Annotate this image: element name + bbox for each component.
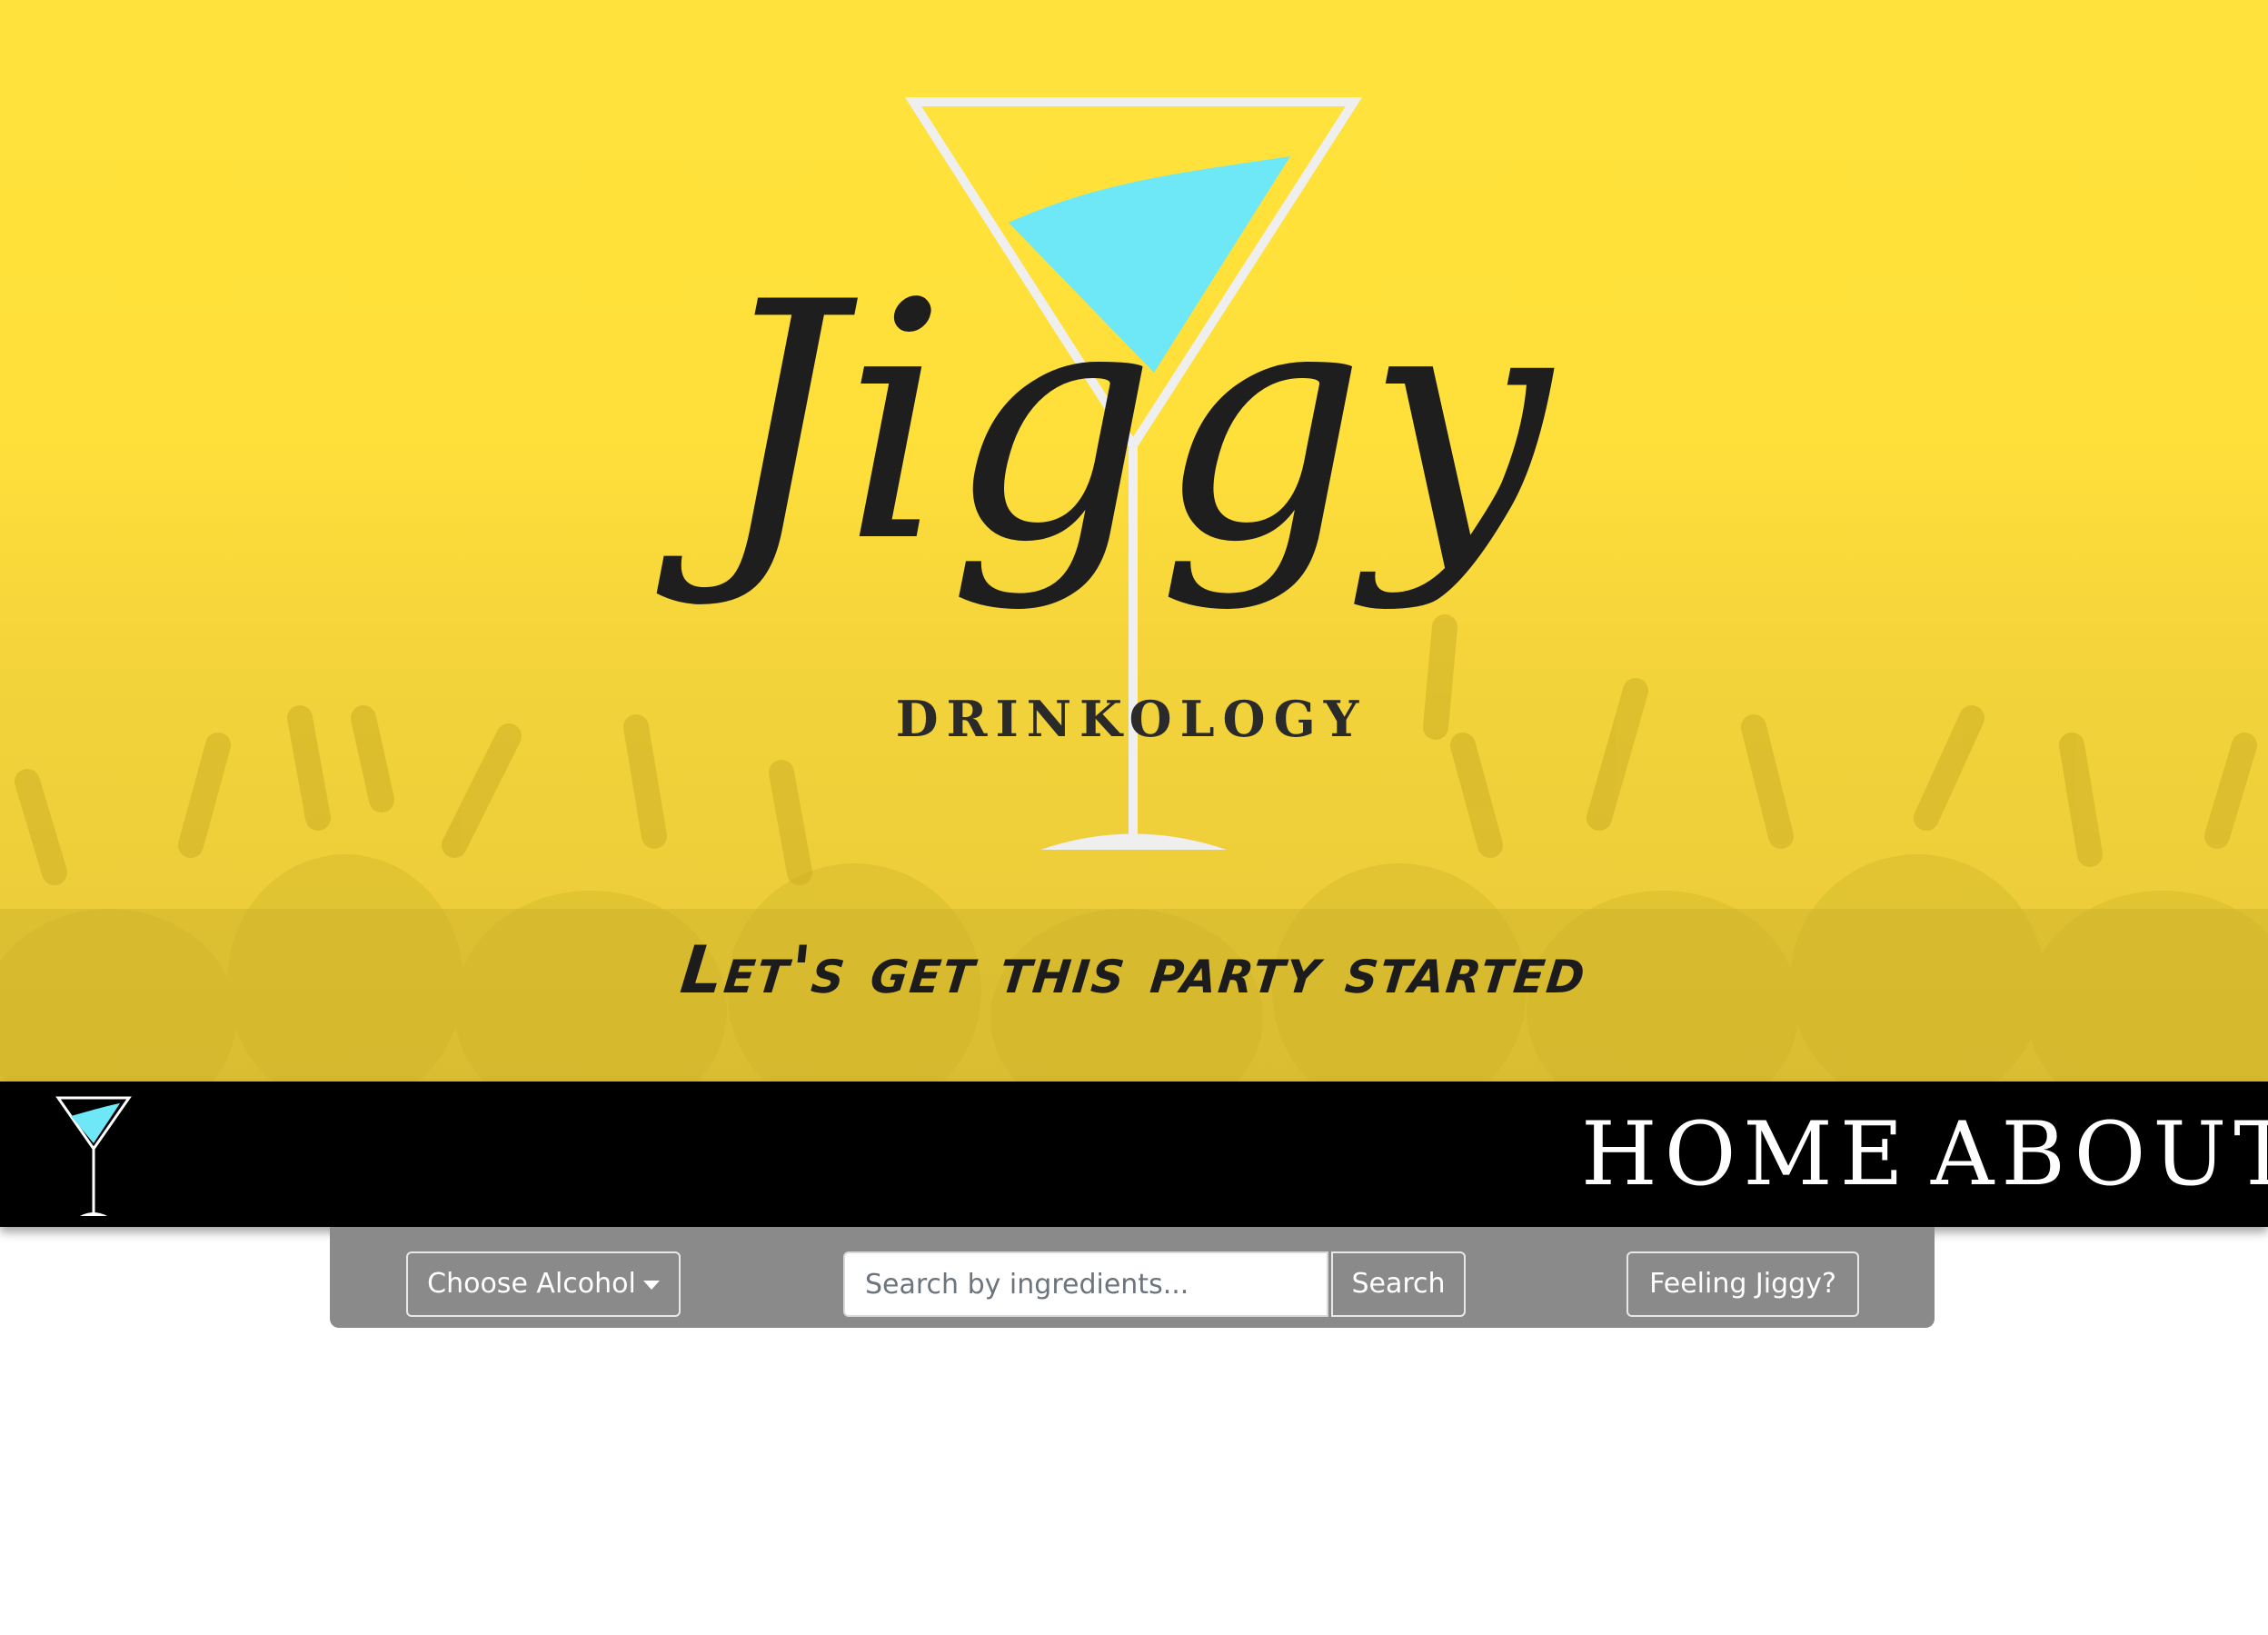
- jiggy-logo: Jiggy DRINKOLOGY: [655, 97, 1556, 850]
- ingredient-search-input[interactable]: [843, 1251, 1328, 1317]
- caret-down-icon: [642, 1280, 660, 1290]
- choose-alcohol-dropdown[interactable]: Choose Alcohol: [406, 1251, 681, 1317]
- hero-tagline: Let's get this party started: [677, 932, 1591, 1008]
- search-toolbar: Choose Alcohol Search Feeling Jiggy?: [330, 1227, 1935, 1328]
- hero-banner: Jiggy DRINKOLOGY Let's get this party st…: [0, 0, 2268, 1082]
- main-navbar: HOME ABOUT: [0, 1082, 2268, 1227]
- nav-link-about[interactable]: ABOUT: [1931, 1100, 2268, 1209]
- logo-wordmark: Jiggy: [655, 233, 1555, 613]
- martini-glass-icon[interactable]: [55, 1092, 136, 1220]
- feeling-jiggy-button[interactable]: Feeling Jiggy?: [1626, 1251, 1859, 1317]
- logo-subtitle: DRINKOLOGY: [896, 690, 1368, 748]
- nav-link-home[interactable]: HOME: [1581, 1100, 1911, 1209]
- search-button[interactable]: Search: [1331, 1251, 1466, 1317]
- choose-alcohol-label: Choose Alcohol: [427, 1268, 636, 1300]
- glass-base: [1040, 833, 1227, 850]
